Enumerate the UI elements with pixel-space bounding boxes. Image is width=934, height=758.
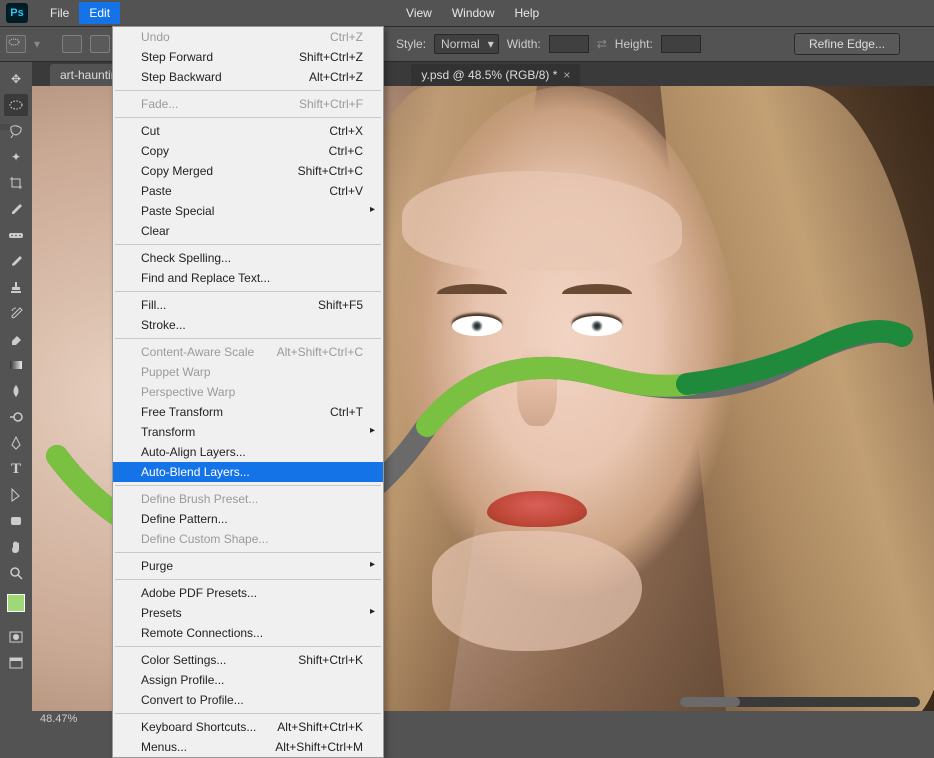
height-label: Height: (615, 37, 653, 51)
width-input[interactable] (549, 35, 589, 53)
menu-adobe-pdf-presets[interactable]: Adobe PDF Presets... (113, 583, 383, 603)
menu-color-settings[interactable]: Color Settings...Shift+Ctrl+K (113, 650, 383, 670)
menu-menus[interactable]: Menus...Alt+Shift+Ctrl+M (113, 737, 383, 757)
menu-content-aware-scale: Content-Aware ScaleAlt+Shift+Ctrl+C (113, 342, 383, 362)
edit-menu-dropdown: UndoCtrl+ZStep ForwardShift+Ctrl+ZStep B… (112, 26, 384, 758)
path-tool-icon[interactable] (4, 484, 28, 506)
menu-clear[interactable]: Clear (113, 221, 383, 241)
nose (517, 346, 557, 426)
menu-assign-profile[interactable]: Assign Profile... (113, 670, 383, 690)
height-input[interactable] (661, 35, 701, 53)
crop-tool-icon[interactable] (4, 172, 28, 194)
menu-free-transform[interactable]: Free TransformCtrl+T (113, 402, 383, 422)
tool-preset-icon[interactable] (6, 35, 26, 53)
close-icon[interactable]: × (563, 68, 570, 82)
menu-undo: UndoCtrl+Z (113, 27, 383, 47)
menu-convert-to-profile[interactable]: Convert to Profile... (113, 690, 383, 710)
menu-remote-connections[interactable]: Remote Connections... (113, 623, 383, 643)
marquee-tool-icon[interactable] (4, 94, 28, 116)
menu-fade: Fade...Shift+Ctrl+F (113, 94, 383, 114)
menu-define-custom-shape: Define Custom Shape... (113, 529, 383, 549)
menu-step-forward[interactable]: Step ForwardShift+Ctrl+Z (113, 47, 383, 67)
gradient-tool-icon[interactable] (4, 354, 28, 376)
pen-tool-icon[interactable] (4, 432, 28, 454)
menu-copy-merged[interactable]: Copy MergedShift+Ctrl+C (113, 161, 383, 181)
history-brush-tool-icon[interactable] (4, 302, 28, 324)
width-label: Width: (507, 37, 541, 51)
eye-left (452, 316, 502, 336)
dodge-tool-icon[interactable] (4, 406, 28, 428)
menu-purge[interactable]: Purge (113, 556, 383, 576)
toolbox: ✥ ✦ T (0, 62, 32, 674)
new-selection-icon[interactable] (62, 35, 82, 53)
eraser-tool-icon[interactable] (4, 328, 28, 350)
blur-tool-icon[interactable] (4, 380, 28, 402)
eyedropper-tool-icon[interactable] (4, 198, 28, 220)
menu-copy[interactable]: CopyCtrl+C (113, 141, 383, 161)
type-tool-icon[interactable]: T (4, 458, 28, 480)
tab-right[interactable]: y.psd @ 48.5% (RGB/8) *× (411, 64, 580, 86)
zoom-tool-icon[interactable] (4, 562, 28, 584)
status-zoom[interactable]: 48.47% (32, 711, 112, 729)
swap-icon[interactable]: ⇄ (597, 37, 607, 51)
screenmode-icon[interactable] (4, 652, 28, 674)
menu-transform[interactable]: Transform (113, 422, 383, 442)
menu-auto-blend-layers[interactable]: Auto-Blend Layers... (113, 462, 383, 482)
menu-check-spelling[interactable]: Check Spelling... (113, 248, 383, 268)
style-select[interactable]: Normal ▾ (434, 34, 499, 54)
menu-view[interactable]: View (396, 2, 442, 24)
move-tool-icon[interactable]: ✥ (4, 68, 28, 90)
menu-step-backward[interactable]: Step BackwardAlt+Ctrl+Z (113, 67, 383, 87)
menu-define-pattern[interactable]: Define Pattern... (113, 509, 383, 529)
menu-stroke[interactable]: Stroke... (113, 315, 383, 335)
stamp-tool-icon[interactable] (4, 276, 28, 298)
menu-define-brush-preset: Define Brush Preset... (113, 489, 383, 509)
menu-cut[interactable]: CutCtrl+X (113, 121, 383, 141)
add-selection-icon[interactable] (90, 35, 110, 53)
shape-tool-icon[interactable] (4, 510, 28, 532)
refine-edge-button[interactable]: Refine Edge... (794, 33, 900, 55)
foreground-color-swatch[interactable] (7, 594, 25, 612)
quickmask-icon[interactable] (4, 626, 28, 648)
menu-perspective-warp: Perspective Warp (113, 382, 383, 402)
menu-find-and-replace-text[interactable]: Find and Replace Text... (113, 268, 383, 288)
horizontal-scrollbar[interactable] (680, 697, 920, 707)
menu-keyboard-shortcuts[interactable]: Keyboard Shortcuts...Alt+Shift+Ctrl+K (113, 717, 383, 737)
style-label: Style: (396, 37, 426, 51)
heal-tool-icon[interactable] (4, 224, 28, 246)
menu-puppet-warp: Puppet Warp (113, 362, 383, 382)
menu-file[interactable]: File (40, 2, 79, 24)
eye-right (572, 316, 622, 336)
hand-tool-icon[interactable] (4, 536, 28, 558)
menu-help[interactable]: Help (505, 2, 550, 24)
menu-paste-special[interactable]: Paste Special (113, 201, 383, 221)
menu-presets[interactable]: Presets (113, 603, 383, 623)
lips (487, 491, 587, 527)
wand-tool-icon[interactable]: ✦ (4, 146, 28, 168)
menu-auto-align-layers[interactable]: Auto-Align Layers... (113, 442, 383, 462)
brush-tool-icon[interactable] (4, 250, 28, 272)
app-logo: Ps (6, 3, 28, 23)
menu-fill[interactable]: Fill...Shift+F5 (113, 295, 383, 315)
menu-edit[interactable]: Edit (79, 2, 120, 24)
scrollbar-thumb[interactable] (680, 697, 740, 707)
menu-window[interactable]: Window (442, 2, 505, 24)
menubar: Ps File Edit View Window Help (0, 0, 934, 26)
menu-paste[interactable]: PasteCtrl+V (113, 181, 383, 201)
